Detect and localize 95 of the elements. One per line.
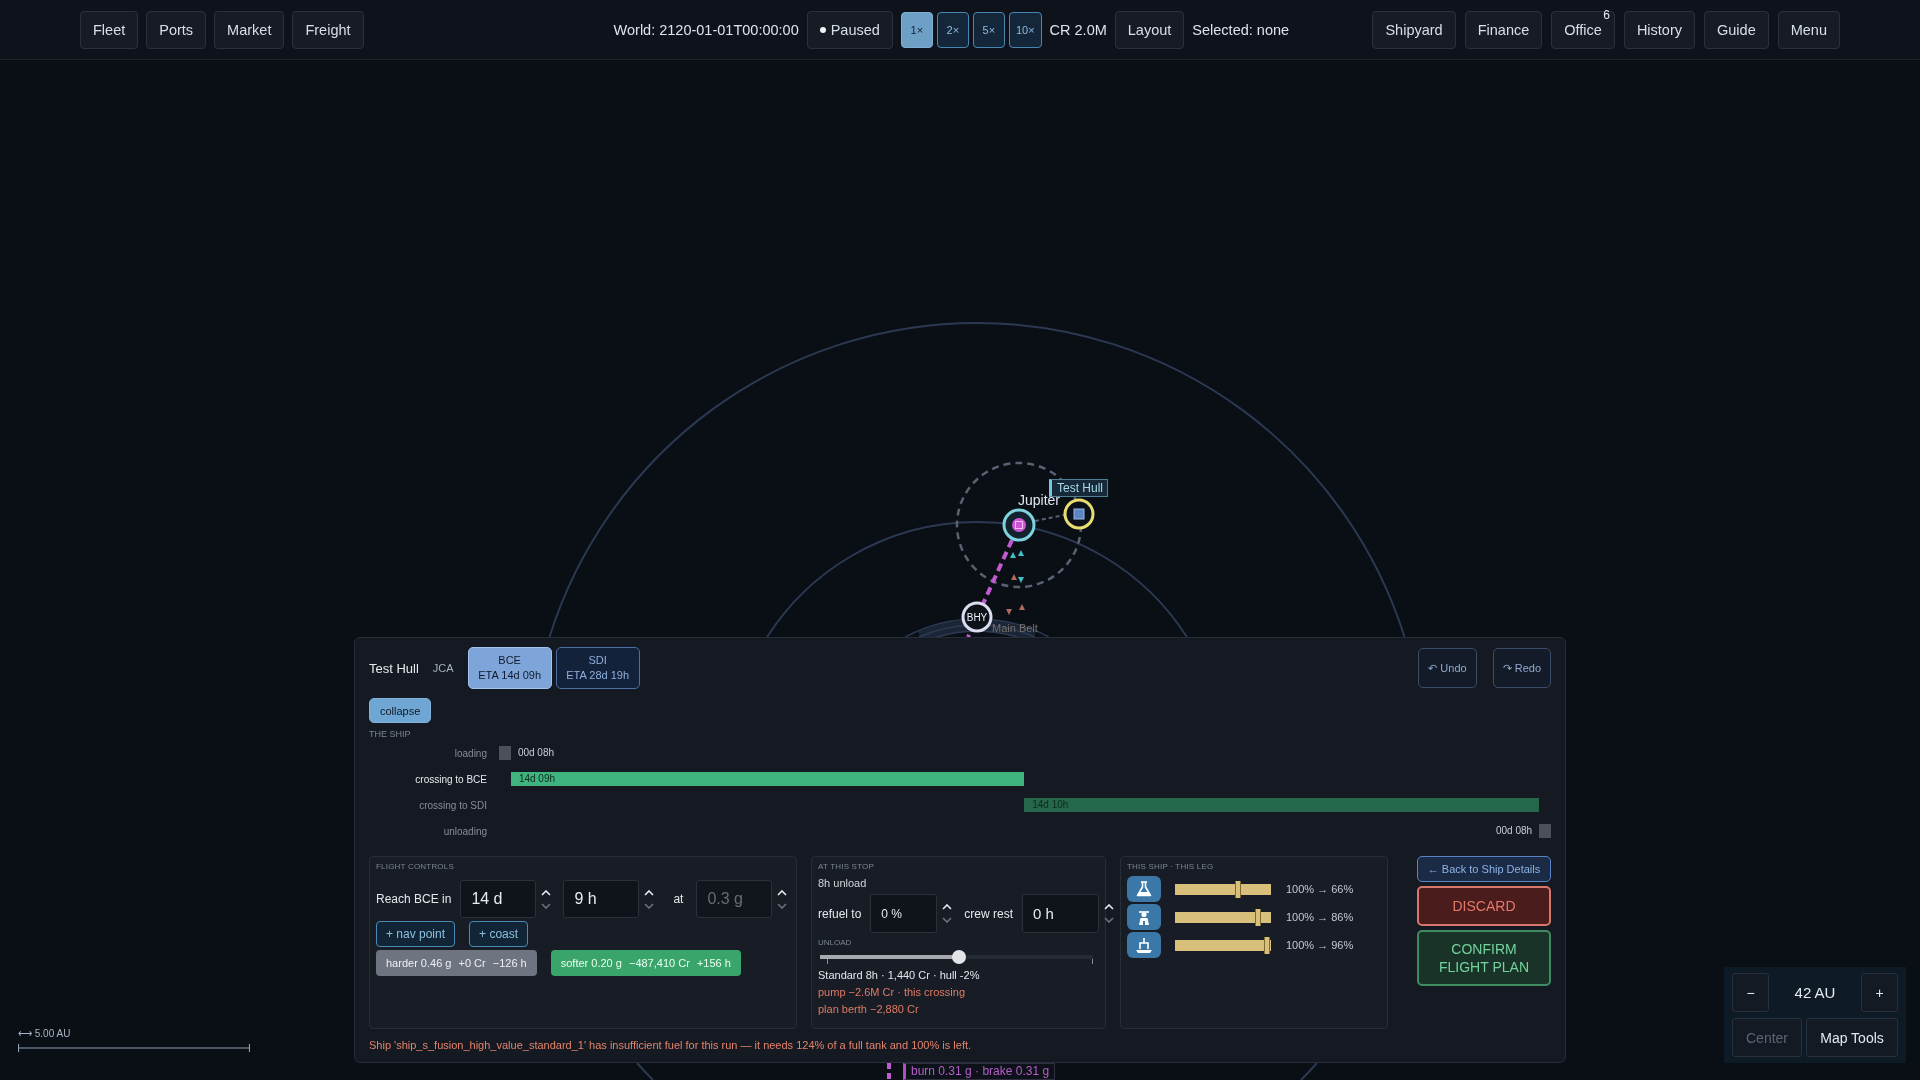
chevron-up-icon[interactable] (777, 889, 788, 896)
destination-tab[interactable]: SDI ETA 28d 19h (555, 647, 640, 689)
note-text: plan berth −2,880 Cr (818, 1002, 920, 1017)
section-title: THIS SHIP · THIS LEG (1127, 862, 1215, 872)
zoom-range-label: 42 AU (1794, 984, 1836, 1001)
duration-label: 00d 08h (1495, 825, 1533, 837)
nav-button[interactable]: Freight (292, 10, 364, 49)
chevron-down-icon[interactable] (1104, 917, 1115, 923)
collapse-button[interactable]: collapse (369, 698, 432, 723)
selection-label: Selected: none (1192, 21, 1290, 38)
route-line (887, 1063, 891, 1080)
chevron-up-icon[interactable] (644, 889, 655, 896)
timeline-label: crossing to BCE (415, 773, 487, 785)
flask-icon (1127, 876, 1161, 902)
add-button[interactable]: + coast (469, 921, 529, 947)
speed-button[interactable]: 2× (936, 11, 969, 48)
warning-text: Ship 'ship_s_fusion_high_value_standard_1' has insufficient fuel for this run — it needs 124% of a full tank and 100% is left. (369, 1038, 972, 1052)
nav-button[interactable]: History (1623, 10, 1695, 49)
timeline-label: loading (454, 747, 487, 759)
section-title: AT THIS STOP (818, 862, 876, 872)
nav-button[interactable]: Market (214, 10, 285, 49)
section-title: THE SHIP (369, 728, 411, 740)
duration-label: 00d 08h (517, 747, 555, 759)
duration-label: 14d 09h (518, 773, 556, 785)
field-label: refuel to (818, 906, 862, 921)
person-icon (1127, 904, 1161, 930)
chevron-down-icon[interactable] (644, 902, 655, 909)
duration-label: 14d 10h (1032, 799, 1069, 811)
station-marker[interactable] (961, 601, 993, 633)
option-button[interactable]: harder 0.46 g +0 Cr −126 h (376, 950, 537, 976)
destination-tab[interactable]: BCE ETA 14d 09h (467, 647, 552, 689)
chevron-down-icon[interactable] (942, 917, 953, 923)
chevron-up-icon[interactable] (1104, 904, 1115, 910)
speed-button[interactable]: 5× (972, 11, 1005, 48)
planet-marker[interactable] (1002, 508, 1036, 542)
route-label: burn 0.31 g · brake 0.31 g (903, 1063, 1056, 1080)
triangle-icon (1019, 604, 1025, 610)
field-label: at (673, 892, 684, 906)
dot-icon (819, 26, 826, 33)
belt-label: Main Belt (992, 622, 1038, 635)
crew-rest-field[interactable]: 0 h (1022, 894, 1100, 933)
world-clock: World: 2120-01-01T00:00:00 (613, 21, 799, 38)
gauge-reading: 100% → 66% (1286, 883, 1354, 895)
undo-button[interactable]: ↶ Undo (1418, 648, 1477, 688)
nav-button[interactable]: Office 6 (1551, 10, 1615, 49)
chevron-down-icon[interactable] (777, 902, 788, 909)
nav-button[interactable]: Guide (1704, 10, 1769, 49)
back-button[interactable]: ← Back to Ship Details (1417, 856, 1551, 882)
chevron-down-icon[interactable] (541, 902, 552, 909)
credits-label: CR 2.0M (1049, 21, 1107, 38)
nav-button[interactable]: Finance (1464, 10, 1543, 49)
confirm-button[interactable]: CONFIRM FLIGHT PLAN (1417, 930, 1551, 986)
days-field[interactable]: 14 d (460, 880, 537, 918)
duration-bar (1539, 824, 1551, 838)
add-button[interactable]: + nav point (376, 921, 456, 947)
ship-marker[interactable] (1063, 498, 1095, 530)
nav-button[interactable]: Menu (1777, 10, 1840, 49)
gauge-reading: 100% → 96% (1286, 939, 1354, 951)
zoom-in-button[interactable]: + (1861, 973, 1898, 1012)
note-text: pump −2.6M Cr · this crossing (818, 985, 967, 1000)
triangle-icon (1006, 609, 1012, 615)
chevron-up-icon[interactable] (541, 889, 552, 896)
section-title: UNLOAD (818, 938, 853, 948)
note-text: Standard 8h · 1,440 Cr · hull -2% (818, 968, 981, 983)
duration-bar (499, 746, 511, 760)
scale-label: ⟷ 5.00 AU (18, 1028, 71, 1040)
dashed-line (1034, 514, 1065, 522)
hours-field[interactable]: 9 h (563, 880, 640, 918)
timeline-label: unloading (443, 825, 487, 837)
ship-name: Test Hull (369, 660, 419, 676)
chevron-up-icon[interactable] (942, 904, 953, 910)
speed-button[interactable]: 10× (1008, 11, 1042, 48)
discard-button[interactable]: DISCARD (1417, 886, 1551, 926)
gauge-reading: 100% → 86% (1286, 911, 1354, 923)
refuel-field[interactable]: 0 % (870, 894, 938, 933)
timeline-label: crossing to SDI (419, 799, 487, 811)
layout-button[interactable]: Layout (1114, 10, 1185, 49)
field-label: crew rest (964, 906, 1014, 921)
map-button[interactable]: Map Tools (1806, 1018, 1898, 1057)
unload-time: 8h unload (818, 876, 868, 890)
station-label: BHY (966, 612, 988, 623)
speed-button[interactable]: 1× (900, 11, 933, 48)
field-label: Reach BCE in (376, 892, 452, 906)
zoom-out-button[interactable]: − (1732, 973, 1769, 1012)
slider-thumb[interactable] (952, 950, 967, 964)
notification-count: 6 (1603, 8, 1610, 21)
nav-button[interactable]: Ports (146, 10, 207, 49)
nav-button[interactable]: Fleet (80, 10, 139, 49)
ship-icon (1127, 932, 1161, 958)
ship-code: JCA (432, 662, 454, 674)
section-title: FLIGHT CONTROLS (376, 862, 455, 872)
pause-button[interactable]: Paused (806, 10, 893, 49)
redo-button[interactable]: ↷ Redo (1492, 648, 1551, 688)
nav-button[interactable]: Shipyard (1372, 10, 1456, 49)
ship-label: Test Hull (1049, 479, 1108, 497)
